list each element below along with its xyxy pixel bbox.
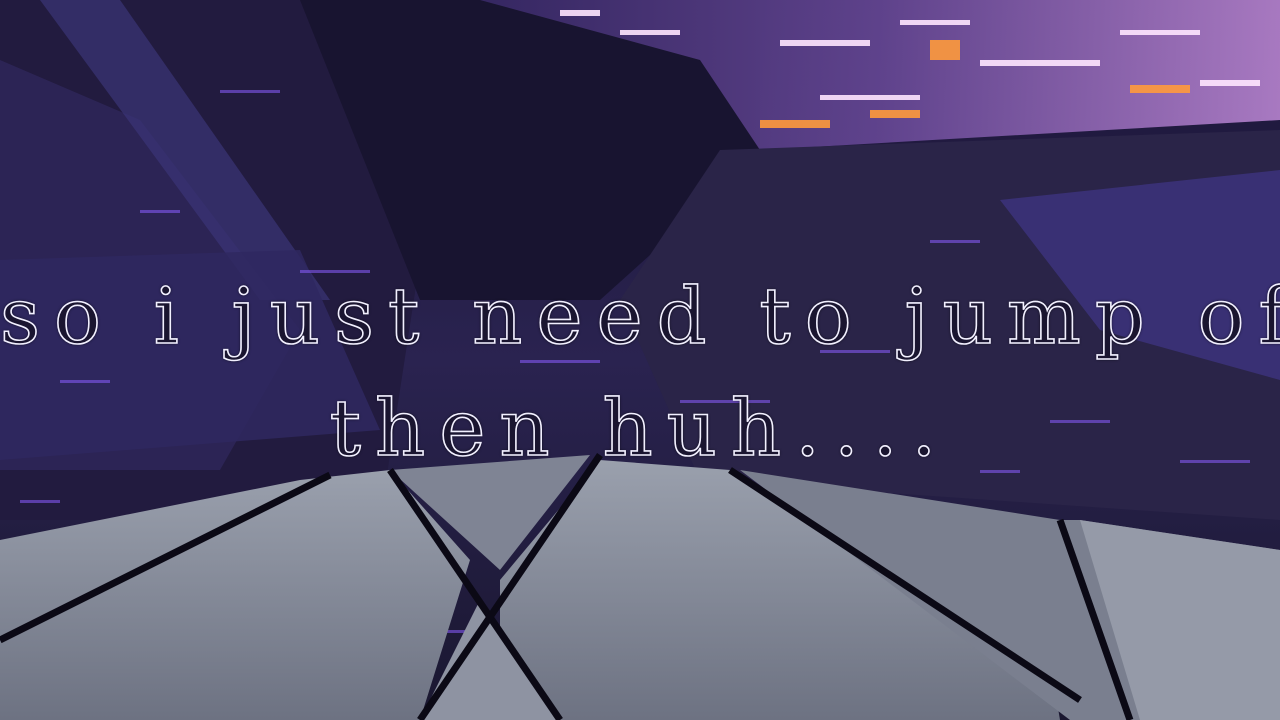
dialogue-line-2: then huh.... [329,384,951,474]
game-scene: so i just need to jump off then huh.... [0,0,1280,720]
dialogue-line-1: so i just need to jump off [0,272,1280,362]
